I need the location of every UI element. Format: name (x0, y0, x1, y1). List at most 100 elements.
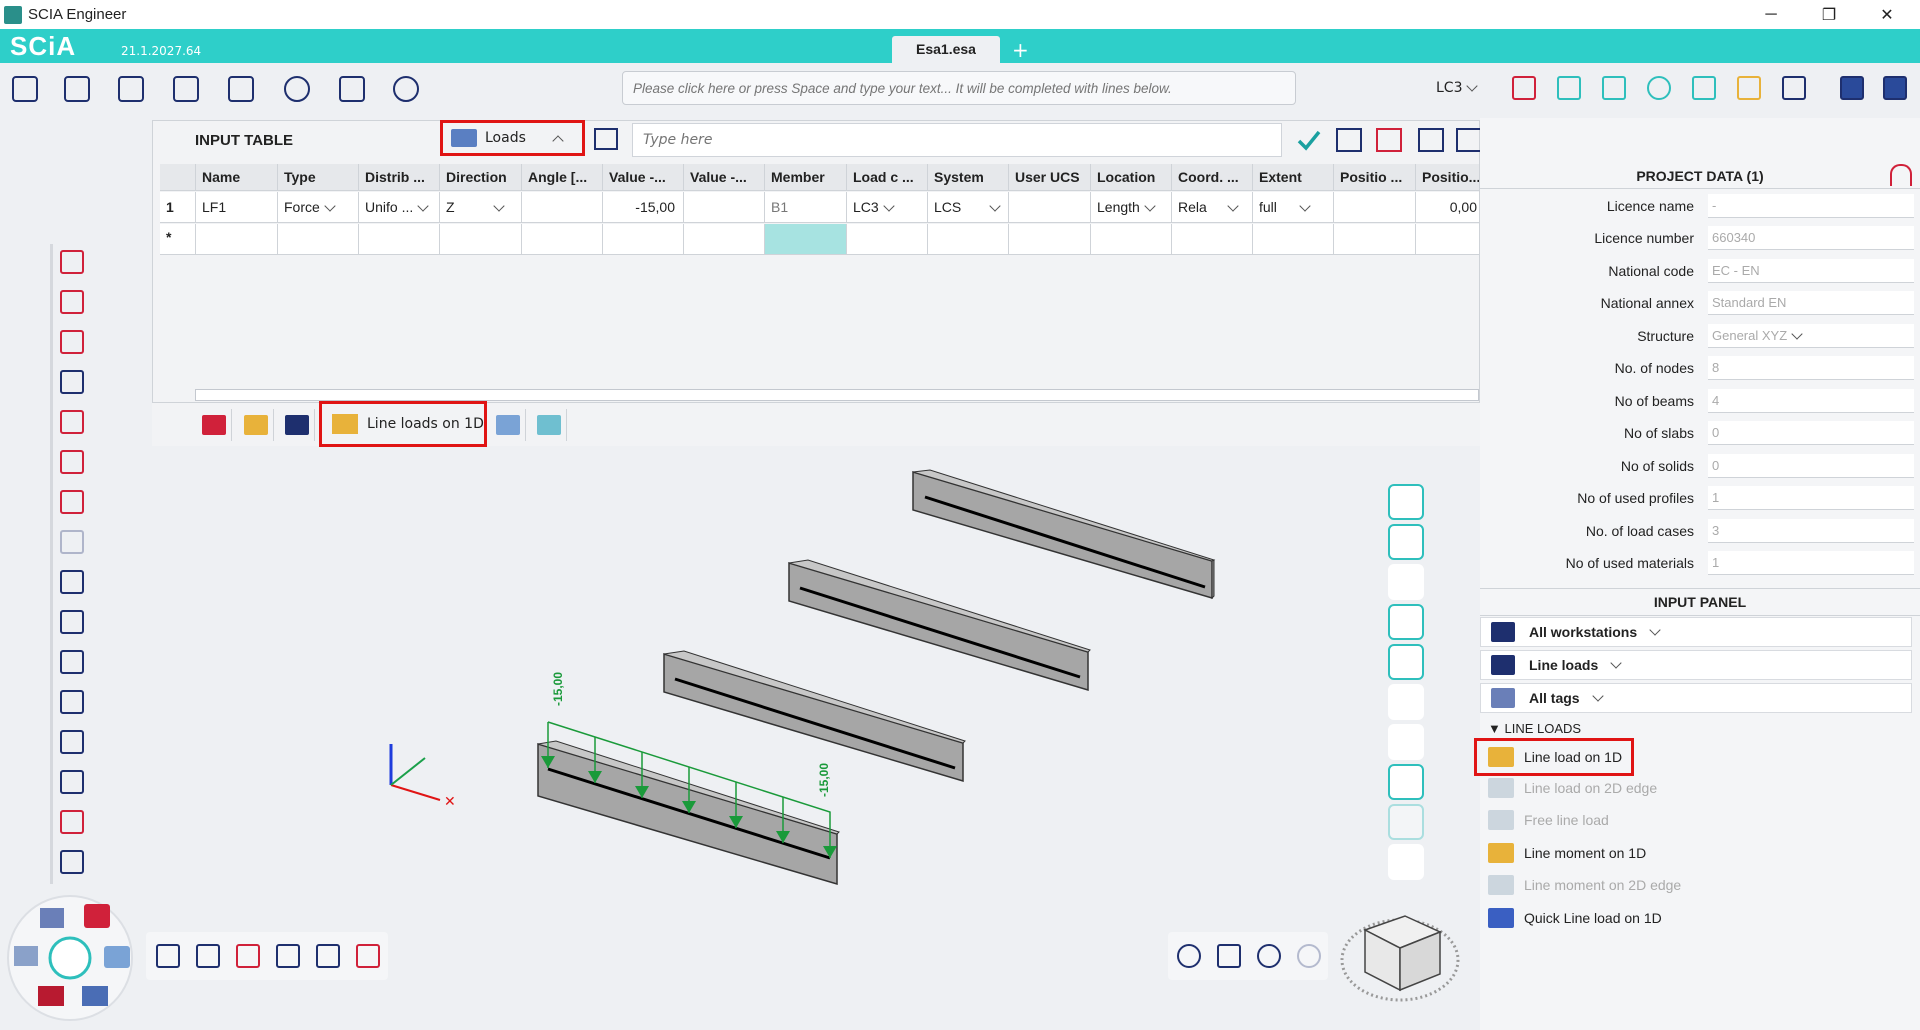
column-header[interactable]: Value -... (603, 164, 684, 190)
tab-surface-load[interactable] (490, 409, 526, 441)
tab-thermal-load[interactable] (531, 409, 567, 441)
category-dropdown[interactable]: Line loads (1480, 650, 1912, 680)
new-file-icon[interactable] (12, 76, 38, 102)
column-header[interactable]: Member (765, 164, 847, 190)
table-cell[interactable] (440, 224, 522, 254)
add-tab-button[interactable]: + (1012, 38, 1029, 62)
tab-document[interactable]: Esa1.esa (892, 36, 1000, 63)
sort-merge-icon[interactable] (316, 944, 340, 968)
table-settings-icon[interactable] (1418, 128, 1444, 152)
table-cell[interactable] (1416, 224, 1480, 254)
model-icon[interactable] (228, 76, 254, 102)
structure-select[interactable]: General XYZ (1708, 324, 1914, 348)
table-cell[interactable]: Rela (1172, 192, 1253, 222)
filter-icon[interactable] (1456, 128, 1482, 152)
column-header[interactable]: Type (278, 164, 359, 190)
sort-split-icon[interactable] (276, 944, 300, 968)
database-icon[interactable] (1388, 644, 1424, 680)
table-cell[interactable]: LCS (928, 192, 1009, 222)
new-window-icon[interactable] (1512, 76, 1536, 100)
dimensions-view-icon[interactable] (1388, 604, 1424, 640)
line-load-on-2d-edge-item[interactable]: Line load on 2D edge (1488, 773, 1657, 803)
visibility-icon[interactable] (1388, 844, 1424, 880)
view-3d-icon[interactable] (1217, 944, 1241, 968)
free-line-load-item[interactable]: Free line load (1488, 805, 1609, 835)
table-cell[interactable] (1334, 192, 1416, 222)
table-cell[interactable] (1334, 224, 1416, 254)
beam-3[interactable] (788, 559, 1091, 692)
table-cell[interactable] (1091, 224, 1172, 254)
table-cell[interactable]: LF1 (196, 192, 278, 222)
report-book-icon[interactable] (339, 76, 365, 102)
table-horizontal-scrollbar[interactable] (195, 389, 1479, 401)
line-moment-on-1d-item[interactable]: Line moment on 1D (1488, 838, 1646, 868)
table-cell[interactable]: Z (440, 192, 522, 222)
column-header[interactable]: Load c ... (847, 164, 928, 190)
sort-up-icon[interactable] (196, 944, 220, 968)
field-value[interactable]: 0 (1708, 454, 1914, 478)
field-value[interactable]: 8 (1708, 356, 1914, 380)
column-header[interactable]: Direction (440, 164, 522, 190)
workstations-dropdown[interactable]: All workstations (1480, 617, 1912, 647)
column-header[interactable]: Positio... (1416, 164, 1480, 190)
project-data-icon[interactable] (64, 76, 90, 102)
column-header[interactable]: User UCS (1009, 164, 1091, 190)
column-header[interactable]: System (928, 164, 1009, 190)
structure-icon[interactable] (173, 76, 199, 102)
table-cell[interactable] (684, 224, 765, 254)
table-cell[interactable]: B1 (765, 192, 847, 222)
view-eye-icon[interactable] (284, 76, 310, 102)
table-cell[interactable] (603, 224, 684, 254)
snap-icon[interactable] (1557, 76, 1581, 100)
dimension-icon[interactable] (1602, 76, 1626, 100)
sort-down-icon[interactable] (236, 944, 260, 968)
table-cell[interactable]: 0,00 (1416, 192, 1480, 222)
table-cell[interactable] (928, 224, 1009, 254)
table-cell[interactable]: Length (1091, 192, 1172, 222)
minimize-button[interactable]: ─ (1742, 0, 1800, 29)
display-settings-alt-icon[interactable] (1388, 524, 1424, 560)
table-cell[interactable]: Unifo ... (359, 192, 440, 222)
close-button[interactable]: ✕ (1858, 0, 1916, 29)
grid-points-icon[interactable] (1388, 764, 1424, 800)
move-icon[interactable] (156, 944, 180, 968)
refresh-icon[interactable] (1647, 76, 1671, 100)
column-header[interactable]: Value -... (684, 164, 765, 190)
sort-clear-icon[interactable] (356, 944, 380, 968)
line-moment-on-2d-edge-item[interactable]: Line moment on 2D edge (1488, 870, 1681, 900)
quick-line-load-item[interactable]: Quick Line load on 1D (1488, 903, 1662, 933)
column-header[interactable]: Angle [... (522, 164, 603, 190)
tab-point-load-on-beam[interactable] (238, 409, 274, 441)
add-row-icon[interactable] (1336, 128, 1362, 152)
table-cell-selected[interactable] (765, 224, 847, 254)
restore-button[interactable]: ❐ (1800, 0, 1858, 29)
tab-point-moment[interactable] (279, 409, 315, 441)
line-loads-group-header[interactable]: ▼ LINE LOADS (1488, 721, 1581, 736)
column-selector-icon[interactable] (594, 128, 618, 150)
beam-4[interactable] (912, 469, 1216, 600)
field-value[interactable]: EC - EN (1708, 259, 1914, 283)
table-row[interactable]: 1 LF1 Force Unifo ... Z -15,00 B1 LC3 LC… (160, 192, 1480, 223)
table-cell[interactable] (522, 192, 603, 222)
table-cell[interactable] (1172, 224, 1253, 254)
table-cell[interactable] (1009, 192, 1091, 222)
line-moment-icon[interactable] (60, 410, 84, 434)
workspace-icon[interactable] (1883, 76, 1907, 100)
field-value[interactable]: 1 (1708, 551, 1914, 575)
render-icon[interactable] (1388, 804, 1424, 840)
display-settings-icon[interactable] (1388, 484, 1424, 520)
table-cell[interactable] (359, 224, 440, 254)
entity-type-dropdown[interactable]: Loads (440, 120, 585, 156)
point-moment-icon[interactable] (60, 370, 84, 394)
column-header[interactable]: Extent (1253, 164, 1334, 190)
beam-display-icon[interactable] (1388, 724, 1424, 760)
label-icon[interactable] (1388, 564, 1424, 600)
field-value[interactable]: 3 (1708, 519, 1914, 543)
table-cell[interactable]: -15,00 (603, 192, 684, 222)
table-cell[interactable]: LC3 (847, 192, 928, 222)
view-cube[interactable] (1340, 915, 1460, 1002)
table-cell[interactable] (278, 224, 359, 254)
tab-line-loads-on-1d[interactable]: Line loads on 1D (319, 401, 487, 447)
zoom-all-icon[interactable] (1177, 944, 1201, 968)
load-case-selector[interactable]: LC3 (1436, 80, 1479, 96)
